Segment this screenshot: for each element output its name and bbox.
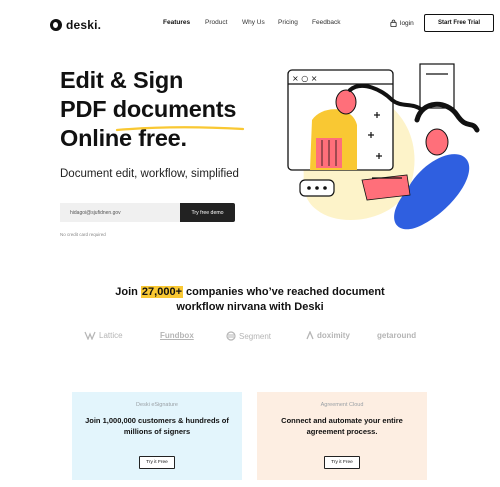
hero-title-line-2: PDF documents [60, 96, 237, 122]
login-label: login [400, 19, 414, 27]
join-line-1: Join 27,000+ companies who’ve reached do… [0, 285, 500, 300]
doximity-logo-icon [306, 331, 314, 340]
email-input[interactable]: hidagoi@sjufidnen.gov [60, 203, 180, 222]
partner-doximity-label: doximity [317, 331, 350, 340]
card-tag: Deski eSignature [136, 402, 178, 408]
hero-illustration: × ○ × [287, 63, 480, 230]
card-title: Join 1,000,000 customers & hundreds of m… [85, 416, 229, 436]
hero-subtitle: Document edit, workflow, simplified [60, 168, 239, 180]
agreement-cloud-card: Agreement Cloud Connect and automate you… [257, 392, 427, 480]
nav-link-feedback[interactable]: Feedback [312, 19, 341, 26]
login-link[interactable]: login [390, 19, 414, 27]
join-count-highlight: 27,000+ [140, 286, 183, 298]
title-underline-decoration [115, 126, 245, 132]
logo[interactable]: deski. [50, 18, 101, 32]
hero-title: Edit & Sign PDF documents Online free. [60, 66, 236, 153]
partner-segment: Segment [226, 331, 271, 341]
partner-fundbox-label: Fundbox [160, 331, 194, 340]
nav-link-pricing[interactable]: Pricing [278, 19, 312, 26]
partner-segment-label: Segment [239, 331, 272, 341]
lock-icon [390, 19, 397, 27]
join-heading: Join 27,000+ companies who’ve reached do… [0, 285, 500, 315]
partner-getaround: getaround [377, 331, 416, 340]
top-nav: deski. Features Product Why Us Pricing F… [0, 0, 500, 48]
partner-doximity: doximity [306, 331, 350, 340]
partner-lattice-label: Lattice [99, 331, 123, 340]
hero-title-line-1: Edit & Sign [60, 67, 184, 93]
segment-logo-icon [226, 331, 236, 341]
start-free-trial-button[interactable]: Start Free Trial [424, 14, 494, 32]
partner-getaround-label: getaround [377, 331, 417, 340]
nav-link-why-us[interactable]: Why Us [242, 19, 278, 26]
no-credit-card-note: No credit card required [60, 232, 106, 237]
try-it-free-button[interactable]: Try it Free [139, 456, 175, 469]
try-it-free-button[interactable]: Try it Free [324, 456, 360, 469]
nav-link-product[interactable]: Product [205, 19, 242, 26]
card-title: Connect and automate your entire agreeme… [281, 416, 403, 436]
logo-icon [50, 19, 62, 31]
logo-text: deski. [66, 18, 102, 32]
nav-links: Features Product Why Us Pricing Feedback [163, 19, 341, 26]
partner-logos: Lattice Fundbox Segment doximity getarou… [80, 331, 425, 347]
join-prefix: Join [115, 286, 141, 298]
partner-fundbox: Fundbox [160, 331, 194, 340]
card-tag: Agreement Cloud [320, 402, 364, 408]
esignature-card: Deski eSignature Join 1,000,000 customer… [72, 392, 242, 480]
lattice-logo-icon [84, 331, 96, 340]
try-free-demo-button[interactable]: Try free demo [180, 203, 235, 222]
join-line-2: workflow nirvana with Deski [176, 301, 324, 313]
partner-lattice: Lattice [84, 331, 123, 340]
svg-text:× ○ ×: × ○ × [292, 74, 317, 83]
join-suffix: companies who’ve reached document [183, 286, 385, 298]
nav-link-features[interactable]: Features [163, 19, 205, 26]
